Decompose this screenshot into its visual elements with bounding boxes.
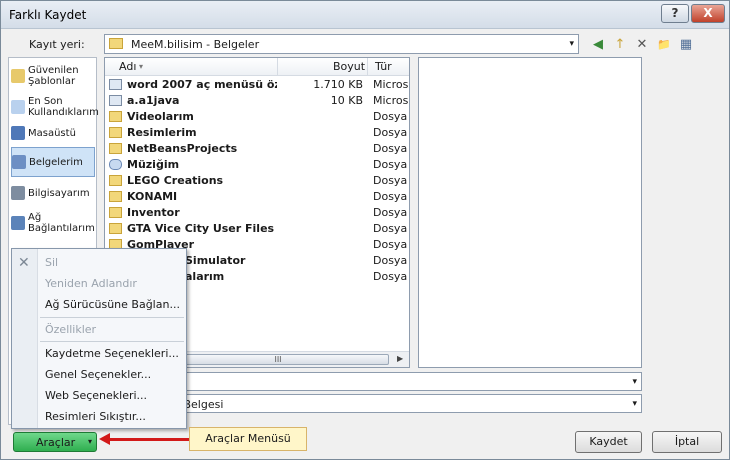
up-folder-icon[interactable]: ↑ — [611, 35, 629, 53]
folder-icon — [109, 111, 122, 122]
place-templates[interactable]: Güvenilen Şablonlar — [11, 61, 95, 91]
window-title: Farklı Kaydet — [9, 8, 87, 22]
place-network[interactable]: Ağ Bağlantılarım — [11, 208, 95, 238]
chevron-down-icon[interactable]: ▾ — [632, 377, 637, 387]
file-row[interactable]: LEGO CreationsDosya klasörü — [105, 173, 409, 189]
folder-icon — [109, 223, 122, 234]
menu-item-web-options[interactable]: Web Seçenekleri... — [45, 389, 147, 402]
folder-icon — [109, 127, 122, 138]
menu-gutter — [12, 249, 38, 428]
computer-icon — [11, 186, 25, 200]
delete-icon: ✕ — [18, 255, 30, 271]
menu-item-map-network-drive[interactable]: Ağ Sürücüsüne Bağlan... — [45, 298, 180, 311]
folder-icon — [109, 191, 122, 202]
place-label: Bilgisayarım — [28, 187, 90, 199]
chevron-down-icon: ▾ — [569, 39, 574, 49]
folder-icon — [109, 143, 122, 154]
preview-pane — [418, 57, 642, 368]
recent-icon — [11, 100, 25, 114]
chevron-down-icon[interactable]: ▾ — [632, 399, 637, 409]
view-menu-icon[interactable]: ▦ — [677, 35, 695, 53]
save-as-dialog: Farklı Kaydet ? X Kayıt yeri: MeeM.bilis… — [0, 0, 730, 460]
save-button[interactable]: Kaydet — [575, 431, 642, 453]
cancel-button[interactable]: İptal — [652, 431, 722, 453]
tools-menu: ✕ Sil Yeniden Adlandır Ağ Sürücüsüne Bağ… — [11, 248, 187, 429]
help-button[interactable]: ? — [661, 4, 689, 23]
file-row[interactable]: InventorDosya klasörü — [105, 205, 409, 221]
location-toolbar: ◀ ↑ ✕ 📁 ▦ — [589, 34, 695, 54]
document-icon — [109, 79, 122, 90]
folder-icon — [109, 175, 122, 186]
column-name[interactable]: Adı — [119, 60, 136, 73]
column-divider — [277, 58, 278, 76]
chevron-down-icon: ▾ — [88, 437, 93, 446]
column-divider — [367, 58, 368, 76]
place-label: Belgelerim — [29, 156, 83, 168]
place-desktop[interactable]: Masaüstü — [11, 118, 95, 148]
close-button[interactable]: X — [691, 4, 725, 23]
file-row[interactable]: word 2007 aç menüsü özelli...1.710 KBMic… — [105, 77, 409, 93]
arrow-line — [109, 438, 189, 441]
menu-item-compress-pictures[interactable]: Resimleri Sıkıştır... — [45, 410, 146, 423]
document-icon — [109, 95, 122, 106]
menu-divider — [40, 317, 184, 318]
menu-item-save-options[interactable]: Kaydetme Seçenekleri... — [45, 347, 179, 360]
desktop-icon — [11, 126, 25, 140]
place-documents[interactable]: Belgelerim — [11, 147, 95, 177]
column-type[interactable]: Tür — [375, 60, 392, 73]
annotation-callout: Araçlar Menüsü — [189, 427, 307, 451]
place-label: En Son Kullandıklarım — [28, 96, 99, 118]
tools-button-label: Araçlar — [36, 436, 76, 449]
file-list-header: Adı ▾ Boyut Tür — [105, 58, 409, 76]
menu-item-delete[interactable]: Sil — [45, 256, 58, 269]
file-row[interactable]: VideolarımDosya klasörü — [105, 109, 409, 125]
file-row[interactable]: NetBeansProjectsDosya klasörü — [105, 141, 409, 157]
location-label: Kayıt yeri: — [29, 38, 85, 51]
folder-icon — [109, 207, 122, 218]
location-value: MeeM.bilisim - Belgeler — [131, 38, 260, 51]
place-label: Ağ Bağlantılarım — [28, 212, 95, 234]
music-folder-icon — [109, 159, 122, 170]
scrollbar-thumb[interactable]: III — [167, 354, 389, 365]
documents-icon — [12, 155, 26, 169]
location-dropdown[interactable]: MeeM.bilisim - Belgeler ▾ — [104, 34, 579, 54]
menu-item-properties[interactable]: Özellikler — [45, 323, 96, 336]
sort-icon: ▾ — [139, 62, 144, 71]
delete-icon[interactable]: ✕ — [633, 35, 651, 53]
file-row[interactable]: a.a1java10 KBMicrosoft — [105, 93, 409, 109]
tools-button[interactable]: Araçlar ▾ — [13, 432, 97, 452]
back-icon[interactable]: ◀ — [589, 35, 607, 53]
file-row[interactable]: ResimlerimDosya klasörü — [105, 125, 409, 141]
folder-icon — [109, 38, 123, 49]
place-label: Güvenilen Şablonlar — [28, 65, 79, 87]
menu-divider — [40, 341, 184, 342]
column-size[interactable]: Boyut — [333, 60, 365, 73]
file-row[interactable]: MüziğimDosya klasörü — [105, 157, 409, 173]
scroll-right-icon[interactable]: ▶ — [397, 354, 403, 363]
place-label: Masaüstü — [28, 127, 76, 139]
network-icon — [11, 216, 25, 230]
templates-icon — [11, 69, 25, 83]
title-bar: Farklı Kaydet ? X — [1, 1, 729, 29]
file-row[interactable]: GTA Vice City User FilesDosya klasörü — [105, 221, 409, 237]
place-computer[interactable]: Bilgisayarım — [11, 178, 95, 208]
file-row[interactable]: KONAMIDosya klasörü — [105, 189, 409, 205]
new-folder-icon[interactable]: 📁 — [655, 35, 673, 53]
menu-item-general-options[interactable]: Genel Seçenekler... — [45, 368, 151, 381]
menu-item-rename[interactable]: Yeniden Adlandır — [45, 277, 137, 290]
